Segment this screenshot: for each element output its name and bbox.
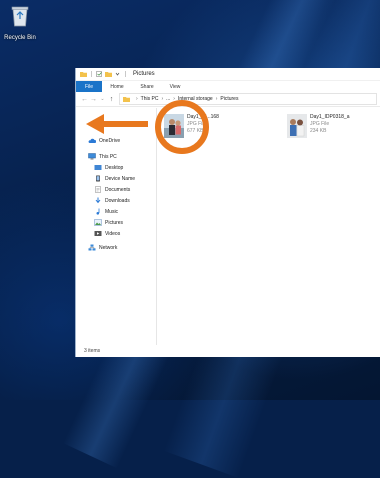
separator: [91, 71, 92, 77]
back-arrow-icon[interactable]: ←: [80, 96, 89, 103]
nav-item-label: OneDrive: [99, 137, 121, 144]
file-type: JPG File: [187, 121, 207, 127]
recycle-bin-icon: [11, 6, 29, 27]
navigation-pane: OneDrive This PC Desktop Device Name Doc…: [76, 108, 156, 345]
pane-divider[interactable]: [156, 108, 157, 345]
recycle-bin-shortcut[interactable]: Recycle Bin: [0, 4, 40, 41]
file-type: JPG File: [310, 121, 330, 127]
nav-item-label: Videos: [105, 230, 121, 237]
address-bar-row: ← → ⌄ ↑ › This PC › ... › Internal stora…: [76, 92, 380, 107]
nav-item-label: Music: [105, 208, 119, 215]
title-bar: Pictures: [76, 68, 380, 81]
photo-thumbnail: [164, 114, 184, 138]
device-icon: [96, 175, 100, 182]
window-title: Pictures: [133, 71, 155, 77]
breadcrumb-separator: ›: [161, 96, 164, 102]
nav-item-downloads[interactable]: Downloads: [94, 196, 130, 205]
nav-item-onedrive[interactable]: OneDrive: [88, 136, 120, 145]
network-icon: [88, 244, 96, 251]
nav-item-label: Network: [99, 244, 118, 251]
recycle-bin-label: Recycle Bin: [4, 35, 36, 41]
separator: [125, 71, 126, 77]
tab-share[interactable]: Share: [132, 81, 162, 92]
nav-item-label: Desktop: [105, 164, 124, 171]
breadcrumb-pictures[interactable]: Pictures: [220, 96, 238, 102]
up-arrow-icon[interactable]: ↑: [107, 96, 116, 103]
breadcrumb-internal-storage[interactable]: Internal storage: [178, 96, 213, 102]
downloads-arrow-icon: [95, 197, 101, 204]
nav-item-label: Documents: [105, 186, 131, 193]
breadcrumb[interactable]: › This PC › ... › Internal storage › Pic…: [119, 93, 377, 105]
nav-item-label: Downloads: [105, 197, 130, 204]
pictures-icon: [94, 219, 102, 226]
breadcrumb-this-pc[interactable]: This PC: [141, 96, 159, 102]
nav-item-this-pc[interactable]: This PC: [88, 152, 117, 161]
nav-item-music[interactable]: Music: [94, 207, 118, 216]
ribbon-tabs: File Home Share View: [76, 81, 380, 92]
breadcrumb-separator: ›: [173, 96, 175, 102]
status-bar: 3 items: [76, 345, 380, 357]
breadcrumb-separator: ›: [215, 96, 218, 102]
file-size: 677 KB: [187, 128, 204, 134]
tab-view[interactable]: View: [162, 81, 188, 92]
music-note-icon: [96, 208, 100, 215]
nav-item-label: Device Name: [105, 175, 136, 182]
customize-toolbar-icon[interactable]: [114, 71, 121, 77]
nav-item-videos[interactable]: Videos: [94, 229, 120, 238]
file-name: Day1_IDP0318_a: [310, 114, 350, 120]
file-name: Day1_IC...168: [187, 114, 219, 120]
file-item[interactable]: Day1_IC...168 JPG File 677 KB: [164, 114, 219, 138]
file-details: Day1_IC...168 JPG File 677 KB: [187, 114, 219, 138]
item-count: 3 items: [84, 348, 101, 354]
nav-item-desktop[interactable]: Desktop: [94, 163, 123, 172]
folder-icon: [80, 72, 87, 77]
file-explorer-window: Pictures File Home Share View ← → ⌄ ↑ › …: [75, 68, 380, 357]
recent-locations-chevron-icon[interactable]: ⌄: [98, 96, 107, 102]
nav-item-network[interactable]: Network: [88, 243, 117, 252]
videos-icon: [94, 231, 102, 236]
documents-icon: [95, 186, 101, 193]
forward-arrow-icon[interactable]: →: [89, 96, 98, 103]
file-item[interactable]: Day1_IDP0318_a JPG File 234 KB: [287, 114, 349, 138]
file-size: 234 KB: [310, 128, 327, 134]
photo-thumbnail: [287, 114, 307, 138]
nav-item-label: Pictures: [105, 219, 124, 226]
breadcrumb-separator: ›: [136, 96, 138, 102]
computer-icon: [88, 153, 96, 160]
pictures-folder-icon: [123, 97, 130, 102]
nav-item-documents[interactable]: Documents: [94, 185, 130, 194]
properties-icon[interactable]: [96, 71, 103, 77]
new-folder-icon[interactable]: [105, 71, 112, 77]
desktop-folder-icon: [94, 165, 102, 170]
file-list: Day1_IC...168 JPG File 677 KB Day1_IDP03…: [160, 108, 380, 345]
nav-item-label: This PC: [99, 153, 117, 160]
nav-item-pictures[interactable]: Pictures: [94, 218, 123, 227]
nav-item-device-name[interactable]: Device Name: [94, 174, 135, 183]
file-details: Day1_IDP0318_a JPG File 234 KB: [310, 114, 349, 138]
tab-home[interactable]: Home: [102, 81, 132, 92]
tab-file[interactable]: File: [76, 81, 102, 92]
breadcrumb-device[interactable]: ...: [166, 96, 170, 102]
onedrive-cloud-icon: [88, 138, 96, 143]
